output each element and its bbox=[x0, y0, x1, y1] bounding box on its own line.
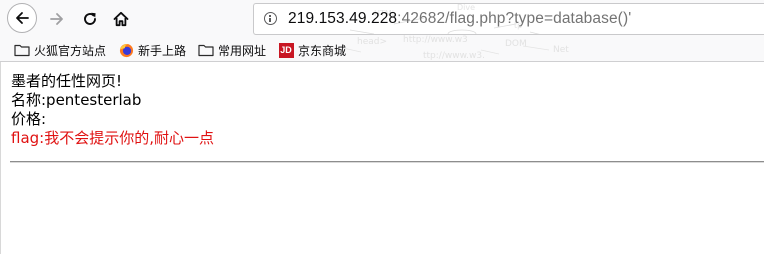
page-heading: 墨者的任性网页! bbox=[11, 72, 123, 90]
info-icon[interactable] bbox=[264, 12, 277, 25]
bookmark-label: 京东商城 bbox=[298, 43, 347, 58]
url-text[interactable]: 219.153.49.228:42682/flag.php?type=datab… bbox=[288, 10, 631, 28]
svg-text:Net: Net bbox=[553, 45, 569, 55]
svg-text:DOM: DOM bbox=[505, 39, 527, 49]
home-button[interactable] bbox=[108, 6, 134, 32]
folder-icon bbox=[198, 42, 214, 58]
bookmark-label: 火狐官方站点 bbox=[34, 43, 107, 58]
bookmark-getting-started[interactable]: 新手上路 bbox=[118, 41, 186, 59]
price-line: 价格: bbox=[11, 110, 47, 128]
horizontal-rule bbox=[10, 161, 764, 163]
home-icon bbox=[113, 11, 129, 27]
bookmark-label: 新手上路 bbox=[138, 43, 187, 58]
browser-window: HTML Dive tp 219.153.49.228:42682/flag.p… bbox=[0, 0, 764, 254]
forward-button[interactable] bbox=[44, 6, 70, 32]
reload-icon bbox=[84, 12, 96, 25]
bookmark-jd-mall[interactable]: JD 京东商城 bbox=[278, 41, 346, 59]
name-line: 名称:pentesterlab bbox=[11, 91, 142, 109]
forward-arrow-icon bbox=[50, 13, 63, 25]
svg-text:head>: head> bbox=[357, 37, 387, 47]
folder-icon bbox=[14, 42, 30, 58]
bookmark-huohu-official[interactable]: 火狐官方站点 bbox=[14, 41, 106, 59]
back-button[interactable] bbox=[7, 3, 37, 33]
page-content: 墨者的任性网页! 名称:pentesterlab 价格: flag:我不会提示你… bbox=[11, 72, 764, 148]
window-left-border bbox=[0, 62, 1, 254]
back-arrow-icon bbox=[16, 12, 29, 24]
reload-button[interactable] bbox=[77, 6, 103, 32]
svg-text:ttp://www.w3.: ttp://www.w3. bbox=[423, 51, 485, 61]
address-bar[interactable]: HTML Dive tp 219.153.49.228:42682/flag.p… bbox=[253, 3, 764, 35]
navigation-toolbar: HTML Dive tp 219.153.49.228:42682/flag.p… bbox=[0, 0, 764, 38]
bookmark-label: 常用网址 bbox=[218, 43, 267, 58]
url-host: 219.153.49.228 bbox=[288, 10, 398, 27]
flag-line: flag:我不会提示你的,耐心一点 bbox=[11, 129, 214, 147]
url-path: :42682/flag.php?type=database()' bbox=[397, 10, 632, 27]
firefox-icon bbox=[118, 42, 134, 58]
bookmark-common-sites[interactable]: 常用网址 bbox=[198, 41, 266, 59]
jd-logo-text: JD bbox=[278, 42, 294, 58]
bookmarks-bar: head> http://www.w3 DOM Net ttp://www.w3… bbox=[0, 35, 764, 62]
jd-icon: JD bbox=[278, 42, 294, 58]
